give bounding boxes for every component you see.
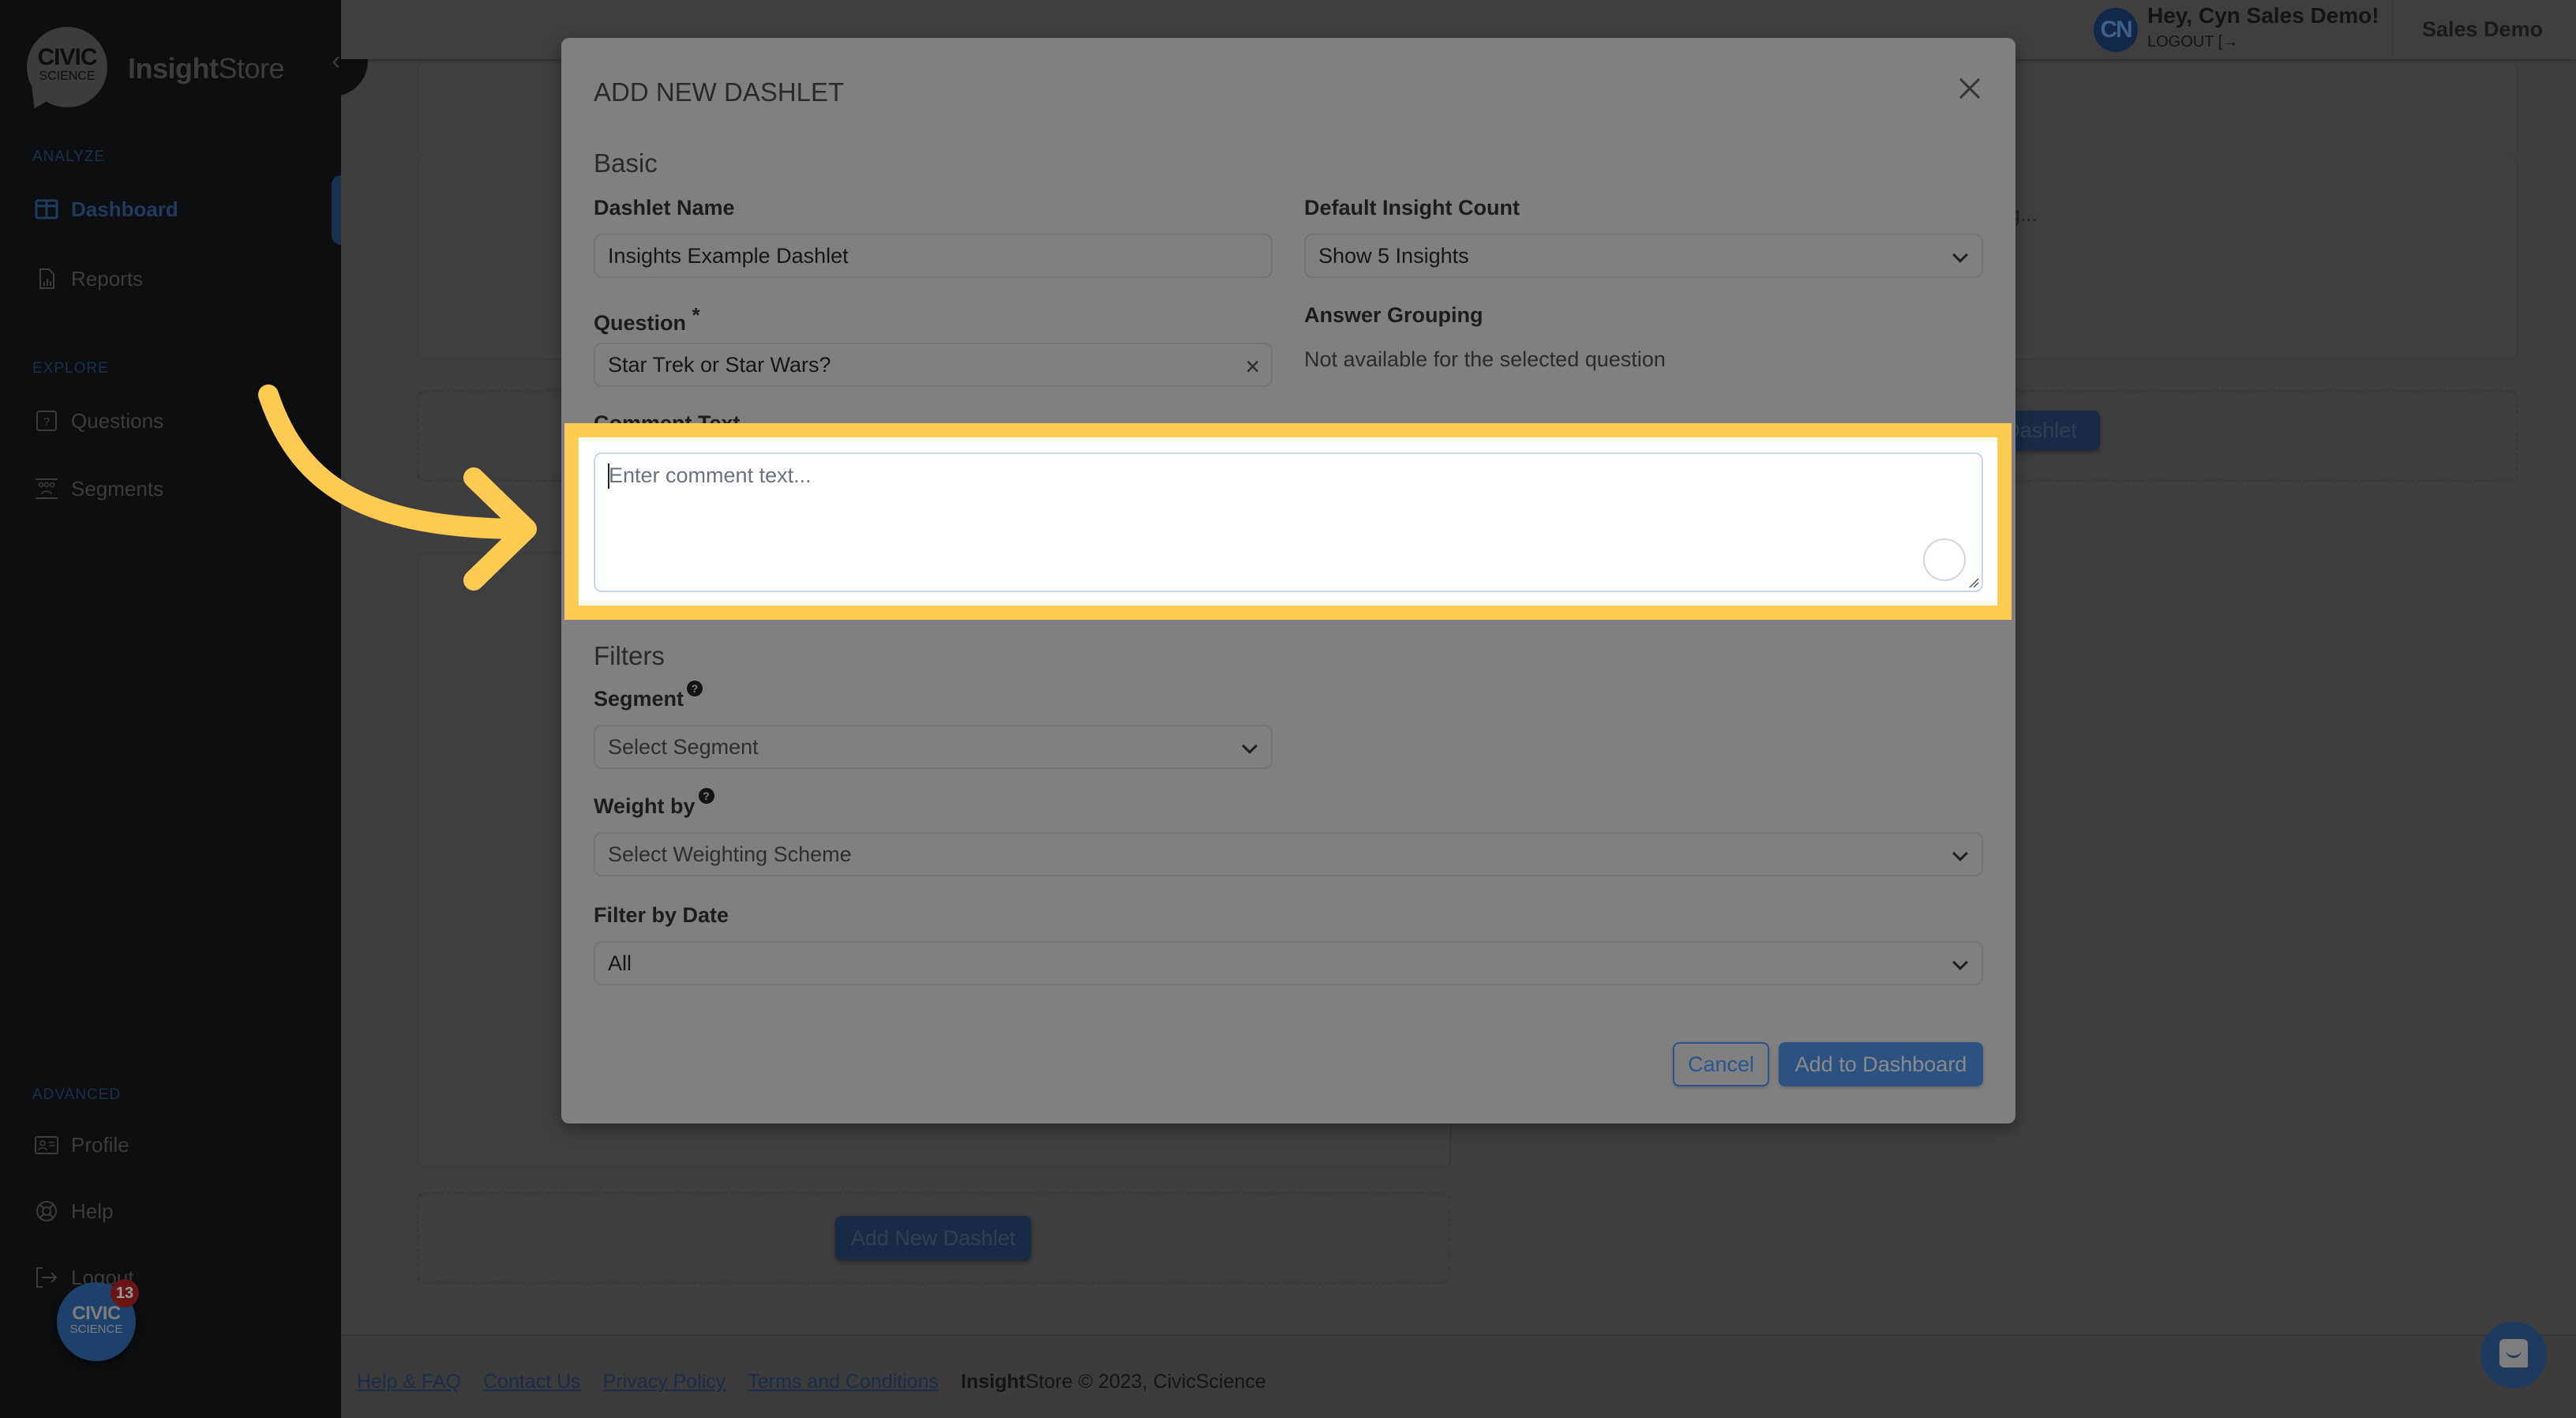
help-icon[interactable]: ?	[687, 681, 703, 696]
section-heading-basic: Basic	[594, 148, 658, 178]
footer-link-contact[interactable]: Contact Us	[483, 1371, 581, 1394]
user-avatar[interactable]: CN	[2094, 8, 2138, 52]
dashlet-name-input[interactable]: Insights Example Dashlet	[594, 234, 1273, 278]
copyright-text: Store © 2023, CivicScience	[1026, 1371, 1266, 1393]
insight-count-select[interactable]: Show 5 Insights	[1304, 234, 1983, 278]
filter-date-value: All	[608, 951, 632, 975]
sidebar-item-label: Help	[71, 1199, 114, 1223]
copyright-brand: Insight	[961, 1371, 1026, 1393]
answer-grouping-label: Answer Grouping	[1304, 303, 1483, 327]
insight-count-label: Default Insight Count	[1304, 196, 1520, 219]
segment-label-text: Segment	[594, 687, 684, 711]
filter-date-label: Filter by Date	[594, 903, 729, 927]
segment-placeholder: Select Segment	[608, 735, 759, 759]
sidebar-item-label: Profile	[71, 1132, 129, 1157]
segment-select[interactable]: Select Segment	[594, 725, 1273, 769]
grammar-assistant-icon[interactable]	[1923, 538, 1966, 581]
org-switcher[interactable]: Sales Demo	[2422, 17, 2543, 42]
required-asterisk: *	[692, 303, 700, 327]
footer: Help & FAQ Contact Us Privacy Policy Ter…	[341, 1334, 2576, 1418]
insight-count-value: Show 5 Insights	[1318, 244, 1469, 268]
sidebar-item-label: Reports	[71, 266, 144, 291]
brand-regular: Store	[218, 52, 285, 84]
question-input[interactable]: Star Trek or Star Wars? ×	[594, 343, 1273, 387]
question-label: Question *	[594, 303, 700, 336]
dashboard-icon	[35, 199, 58, 219]
active-indicator	[332, 175, 341, 245]
chevron-down-icon	[1952, 955, 1968, 970]
modal-title: ADD NEW DASHLET	[594, 77, 845, 107]
sidebar-item-label: Questions	[71, 408, 164, 433]
logout-arrow-icon: [→	[2218, 33, 2239, 51]
weight-by-label: Weight by?	[594, 788, 714, 819]
question-label-text: Question	[594, 311, 687, 335]
launcher-line2: SCIENCE	[69, 1322, 123, 1336]
sidebar: CIVIC SCIENCE InsightStore ANALYZE Dashb…	[0, 0, 341, 1418]
footer-link-help-faq[interactable]: Help & FAQ	[357, 1371, 461, 1394]
segments-icon	[36, 478, 58, 499]
logo-line2: SCIENCE	[39, 69, 96, 83]
segment-label: Segment?	[594, 681, 703, 711]
filter-date-select[interactable]: All	[594, 941, 1983, 985]
annotation-arrow-icon	[258, 385, 537, 591]
help-icon[interactable]: ?	[698, 788, 714, 804]
clear-icon[interactable]: ×	[1245, 354, 1260, 379]
weight-by-select[interactable]: Select Weighting Scheme	[594, 832, 1983, 876]
weight-by-label-text: Weight by	[594, 794, 696, 818]
footer-copyright: InsightStore © 2023, CivicScience	[961, 1371, 1266, 1394]
profile-card-icon	[35, 1136, 58, 1154]
close-icon[interactable]	[1954, 73, 1985, 104]
comment-text-area[interactable]: Enter comment text...	[594, 452, 1983, 592]
user-greeting: Hey, Cyn Sales Demo!	[2147, 3, 2379, 28]
section-label-advanced: ADVANCED	[32, 1086, 122, 1103]
app-brand-name: InsightStore	[128, 52, 285, 85]
resize-handle-icon[interactable]	[1968, 577, 1979, 588]
brand-bold: Insight	[128, 52, 219, 84]
sidebar-item-questions[interactable]: ? Questions	[35, 401, 163, 441]
cancel-button[interactable]: Cancel	[1673, 1042, 1769, 1086]
logo-line1: CIVIC	[37, 44, 97, 70]
chat-launcher-button[interactable]	[2480, 1322, 2547, 1388]
sidebar-item-segments[interactable]: Segments	[35, 469, 163, 508]
sidebar-item-profile[interactable]: Profile	[35, 1125, 129, 1165]
report-icon	[39, 268, 54, 289]
chat-icon	[2499, 1339, 2528, 1367]
topbar-divider	[2392, 0, 2394, 59]
chevron-left-icon: ‹	[332, 46, 341, 76]
section-heading-filters: Filters	[594, 641, 665, 670]
weight-by-placeholder: Select Weighting Scheme	[608, 842, 852, 866]
logout-label: LOGOUT	[2147, 33, 2214, 51]
sidebar-item-dashboard[interactable]: Dashboard	[35, 189, 178, 229]
svg-text:?: ?	[43, 415, 50, 429]
sidebar-item-reports[interactable]: Reports	[35, 259, 143, 298]
chevron-down-icon	[1952, 247, 1968, 263]
section-label-explore: EXPLORE	[32, 360, 109, 377]
comment-placeholder: Enter comment text...	[609, 463, 812, 487]
section-label-analyze: ANALYZE	[32, 148, 106, 165]
sidebar-item-label: Dashboard	[71, 197, 178, 221]
chevron-down-icon	[1952, 846, 1968, 861]
question-icon: ?	[36, 411, 57, 431]
answer-grouping-value: Not available for the selected question	[1304, 347, 1666, 371]
question-value: Star Trek or Star Wars?	[608, 353, 831, 377]
sidebar-item-label: Segments	[71, 476, 164, 501]
logout-icon	[36, 1267, 58, 1288]
chevron-down-icon	[1242, 738, 1258, 754]
footer-link-privacy[interactable]: Privacy Policy	[603, 1371, 726, 1394]
notification-badge: 13	[111, 1279, 139, 1307]
lifebuoy-icon	[36, 1201, 57, 1221]
dashlet-name-label: Dashlet Name	[594, 196, 735, 219]
add-new-dashlet-button[interactable]: Add New Dashlet	[835, 1216, 1031, 1260]
comment-text-label: Comment Text	[594, 411, 741, 423]
footer-link-terms[interactable]: Terms and Conditions	[748, 1371, 939, 1394]
header-logout-link[interactable]: LOGOUT [→	[2147, 33, 2238, 51]
sidebar-item-help[interactable]: Help	[35, 1191, 113, 1231]
add-to-dashboard-button[interactable]: Add to Dashboard	[1779, 1042, 1983, 1086]
civic-science-logo[interactable]: CIVIC SCIENCE	[24, 27, 107, 115]
